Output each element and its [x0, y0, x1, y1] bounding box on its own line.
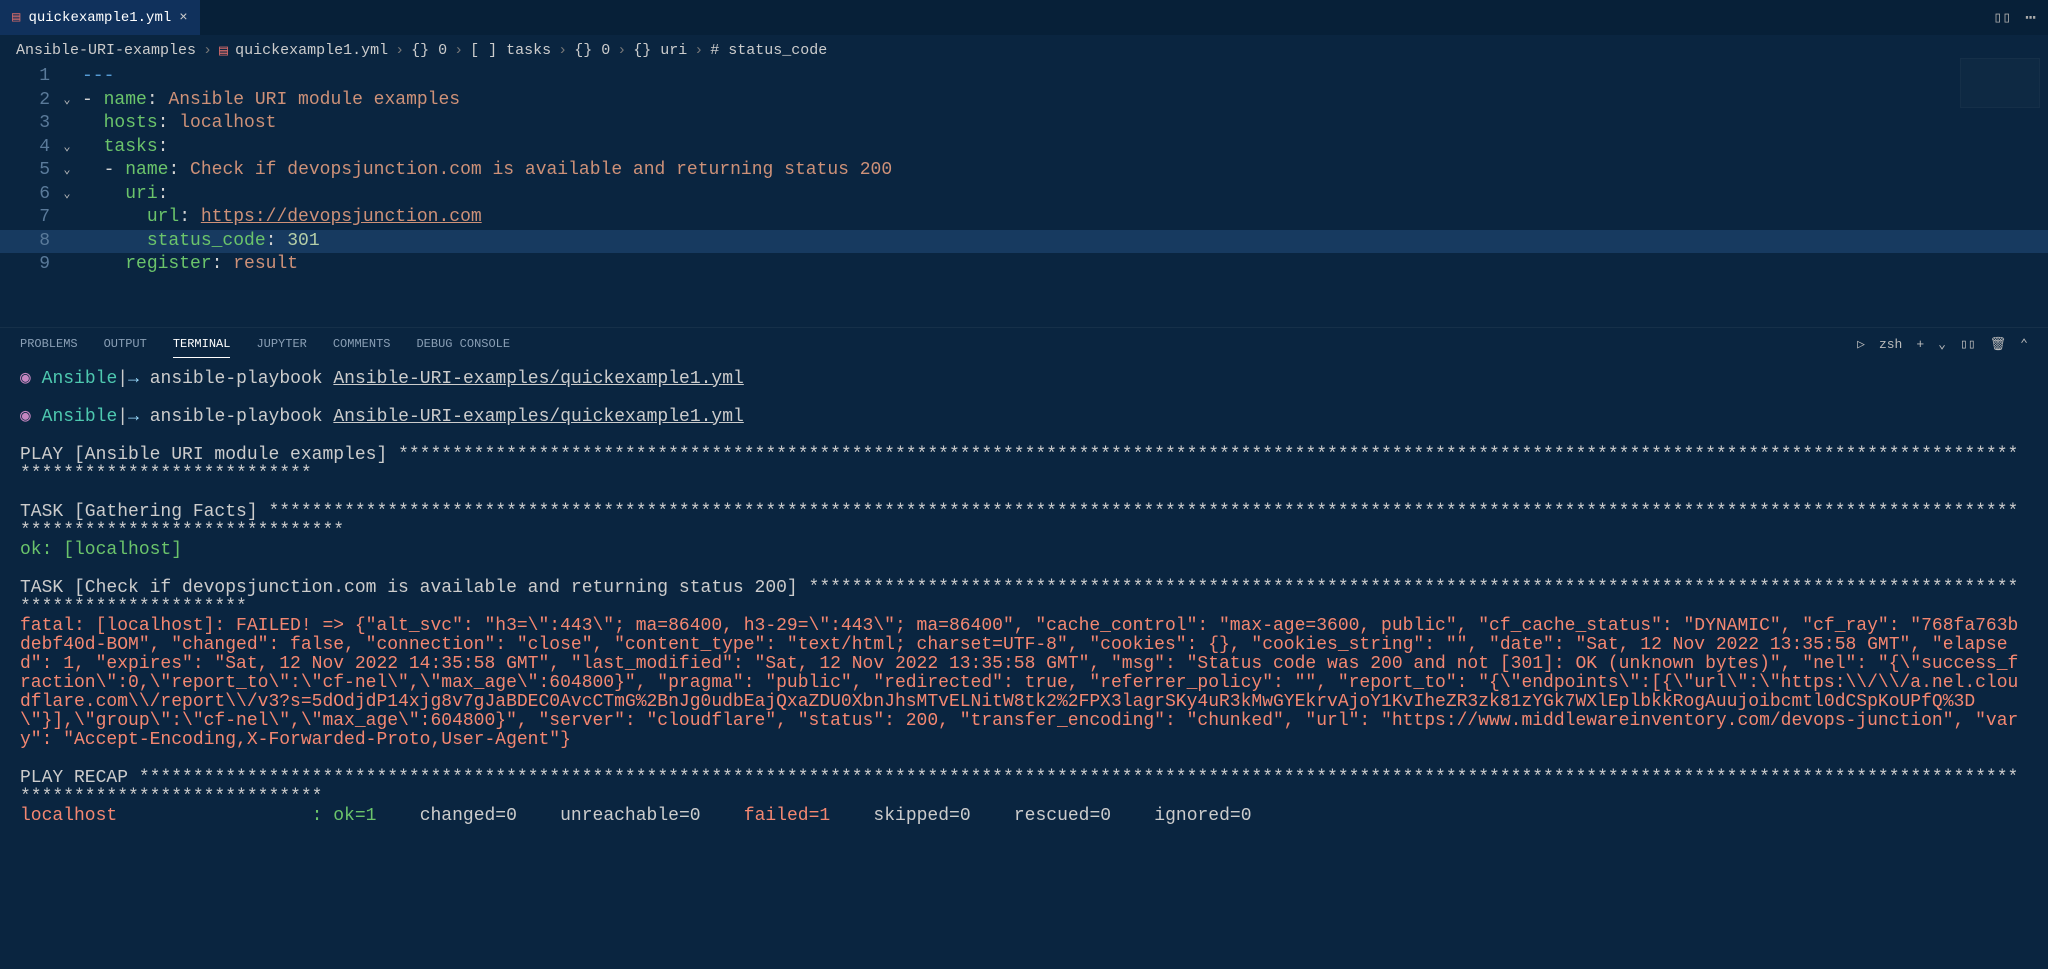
play-header: PLAY [Ansible URI module examples] [20, 445, 398, 465]
breadcrumb-path[interactable]: {} uri [633, 42, 687, 59]
chevron-up-icon[interactable]: ⌃ [2020, 337, 2028, 352]
prompt-circle-icon: ◉ [20, 369, 31, 389]
chevron-right-icon: › [454, 42, 463, 59]
line-number: 6 [0, 183, 58, 207]
chevron-right-icon: › [694, 42, 703, 59]
chevron-down-icon[interactable]: ⌄ [1938, 337, 1946, 352]
code-text: --- [76, 65, 114, 89]
task-header: TASK [Check if devopsjunction.com is ava… [20, 578, 809, 598]
recap-ok: : ok=1 [312, 806, 377, 826]
prompt-venv: Ansible [42, 407, 118, 427]
terminal-icon: ▷ [1857, 337, 1865, 352]
shell-name[interactable]: zsh [1879, 337, 1902, 352]
breadcrumb-path[interactable]: [ ] tasks [470, 42, 551, 59]
line-number: 8 [0, 230, 58, 254]
chevron-right-icon: › [395, 42, 404, 59]
prompt-arrow-icon: → [128, 407, 139, 427]
close-icon[interactable]: × [179, 10, 187, 26]
code-text: - name: Ansible URI module examples [76, 89, 460, 113]
recap-changed: changed=0 [420, 806, 517, 826]
recap-ignored: ignored=0 [1154, 806, 1251, 826]
term-cmd: ansible-playbook [150, 407, 334, 427]
tab-debug[interactable]: DEBUG CONSOLE [416, 331, 510, 358]
chevron-right-icon: › [617, 42, 626, 59]
tab-jupyter[interactable]: JUPYTER [256, 331, 306, 358]
prompt-arrow-icon: → [128, 369, 139, 389]
breadcrumb-path[interactable]: {} 0 [574, 42, 610, 59]
recap-rescued: rescued=0 [1014, 806, 1111, 826]
breadcrumb-folder[interactable]: Ansible-URI-examples [16, 42, 196, 59]
line-number: 7 [0, 206, 58, 230]
task-result-fatal: fatal: [localhost]: FAILED! => {"alt_svc… [20, 616, 2018, 750]
breadcrumb[interactable]: Ansible-URI-examples › ▤ quickexample1.y… [0, 35, 2048, 65]
recap-skipped: skipped=0 [873, 806, 970, 826]
code-text: - name: Check if devopsjunction.com is a… [76, 159, 892, 183]
code-text: uri: [76, 183, 168, 207]
term-cmd: ansible-playbook [150, 369, 334, 389]
yaml-file-icon: ▤ [12, 9, 20, 26]
tab-problems[interactable]: PROBLEMS [20, 331, 78, 358]
recap-header: PLAY RECAP [20, 768, 139, 788]
tab-comments[interactable]: COMMENTS [333, 331, 391, 358]
line-number: 1 [0, 65, 58, 89]
plus-icon[interactable]: + [1916, 337, 1924, 352]
code-text: tasks: [76, 136, 168, 160]
fold-icon[interactable]: ⌄ [58, 159, 76, 183]
line-number: 9 [0, 253, 58, 277]
prompt-circle-icon: ◉ [20, 407, 31, 427]
recap-host: localhost [20, 806, 117, 826]
code-editor[interactable]: 1--- 2⌄- name: Ansible URI module exampl… [0, 65, 2048, 277]
breadcrumb-path[interactable]: {} 0 [411, 42, 447, 59]
code-text: hosts: localhost [76, 112, 276, 136]
line-number: 5 [0, 159, 58, 183]
prompt-venv: Ansible [42, 369, 118, 389]
line-number: 4 [0, 136, 58, 160]
term-cmd-path: Ansible-URI-examples/quickexample1.yml [333, 369, 743, 389]
breadcrumb-path[interactable]: # status_code [710, 42, 827, 59]
fold-icon[interactable]: ⌄ [58, 136, 76, 160]
stars: ****************************************… [20, 502, 2018, 541]
task-result-ok: ok: [localhost] [20, 540, 182, 560]
terminal-output[interactable]: ◉ Ansible|→ ansible-playbook Ansible-URI… [0, 362, 2048, 834]
editor-tab[interactable]: ▤ quickexample1.yml × [0, 0, 200, 35]
panel-tabs: PROBLEMS OUTPUT TERMINAL JUPYTER COMMENT… [0, 327, 2048, 362]
tab-output[interactable]: OUTPUT [104, 331, 147, 358]
fold-icon[interactable]: ⌄ [58, 183, 76, 207]
code-text: status_code: 301 [76, 230, 320, 254]
tab-bar: ▤ quickexample1.yml × ▯▯ ⋯ [0, 0, 2048, 35]
trash-icon[interactable]: 🗑 [1990, 337, 2007, 352]
minimap[interactable] [1960, 58, 2040, 108]
code-text: url: https://devopsjunction.com [76, 206, 482, 230]
split-terminal-icon[interactable]: ▯▯ [1960, 337, 1976, 352]
line-number: 2 [0, 89, 58, 113]
task-header: TASK [Gathering Facts] [20, 502, 268, 522]
split-editor-icon[interactable]: ▯▯ [1993, 8, 2011, 27]
code-text: register: result [76, 253, 298, 277]
tab-filename: quickexample1.yml [28, 10, 171, 26]
breadcrumb-file[interactable]: quickexample1.yml [235, 42, 388, 59]
line-number: 3 [0, 112, 58, 136]
chevron-right-icon: › [203, 42, 212, 59]
tab-terminal[interactable]: TERMINAL [173, 331, 231, 358]
fold-icon[interactable]: ⌄ [58, 89, 76, 113]
recap-failed: failed=1 [744, 806, 830, 826]
yaml-file-icon: ▤ [219, 41, 228, 60]
stars: ****************************************… [20, 768, 2018, 807]
chevron-right-icon: › [558, 42, 567, 59]
more-actions-icon[interactable]: ⋯ [2025, 7, 2038, 29]
term-cmd-path: Ansible-URI-examples/quickexample1.yml [333, 407, 743, 427]
recap-unreachable: unreachable=0 [560, 806, 700, 826]
